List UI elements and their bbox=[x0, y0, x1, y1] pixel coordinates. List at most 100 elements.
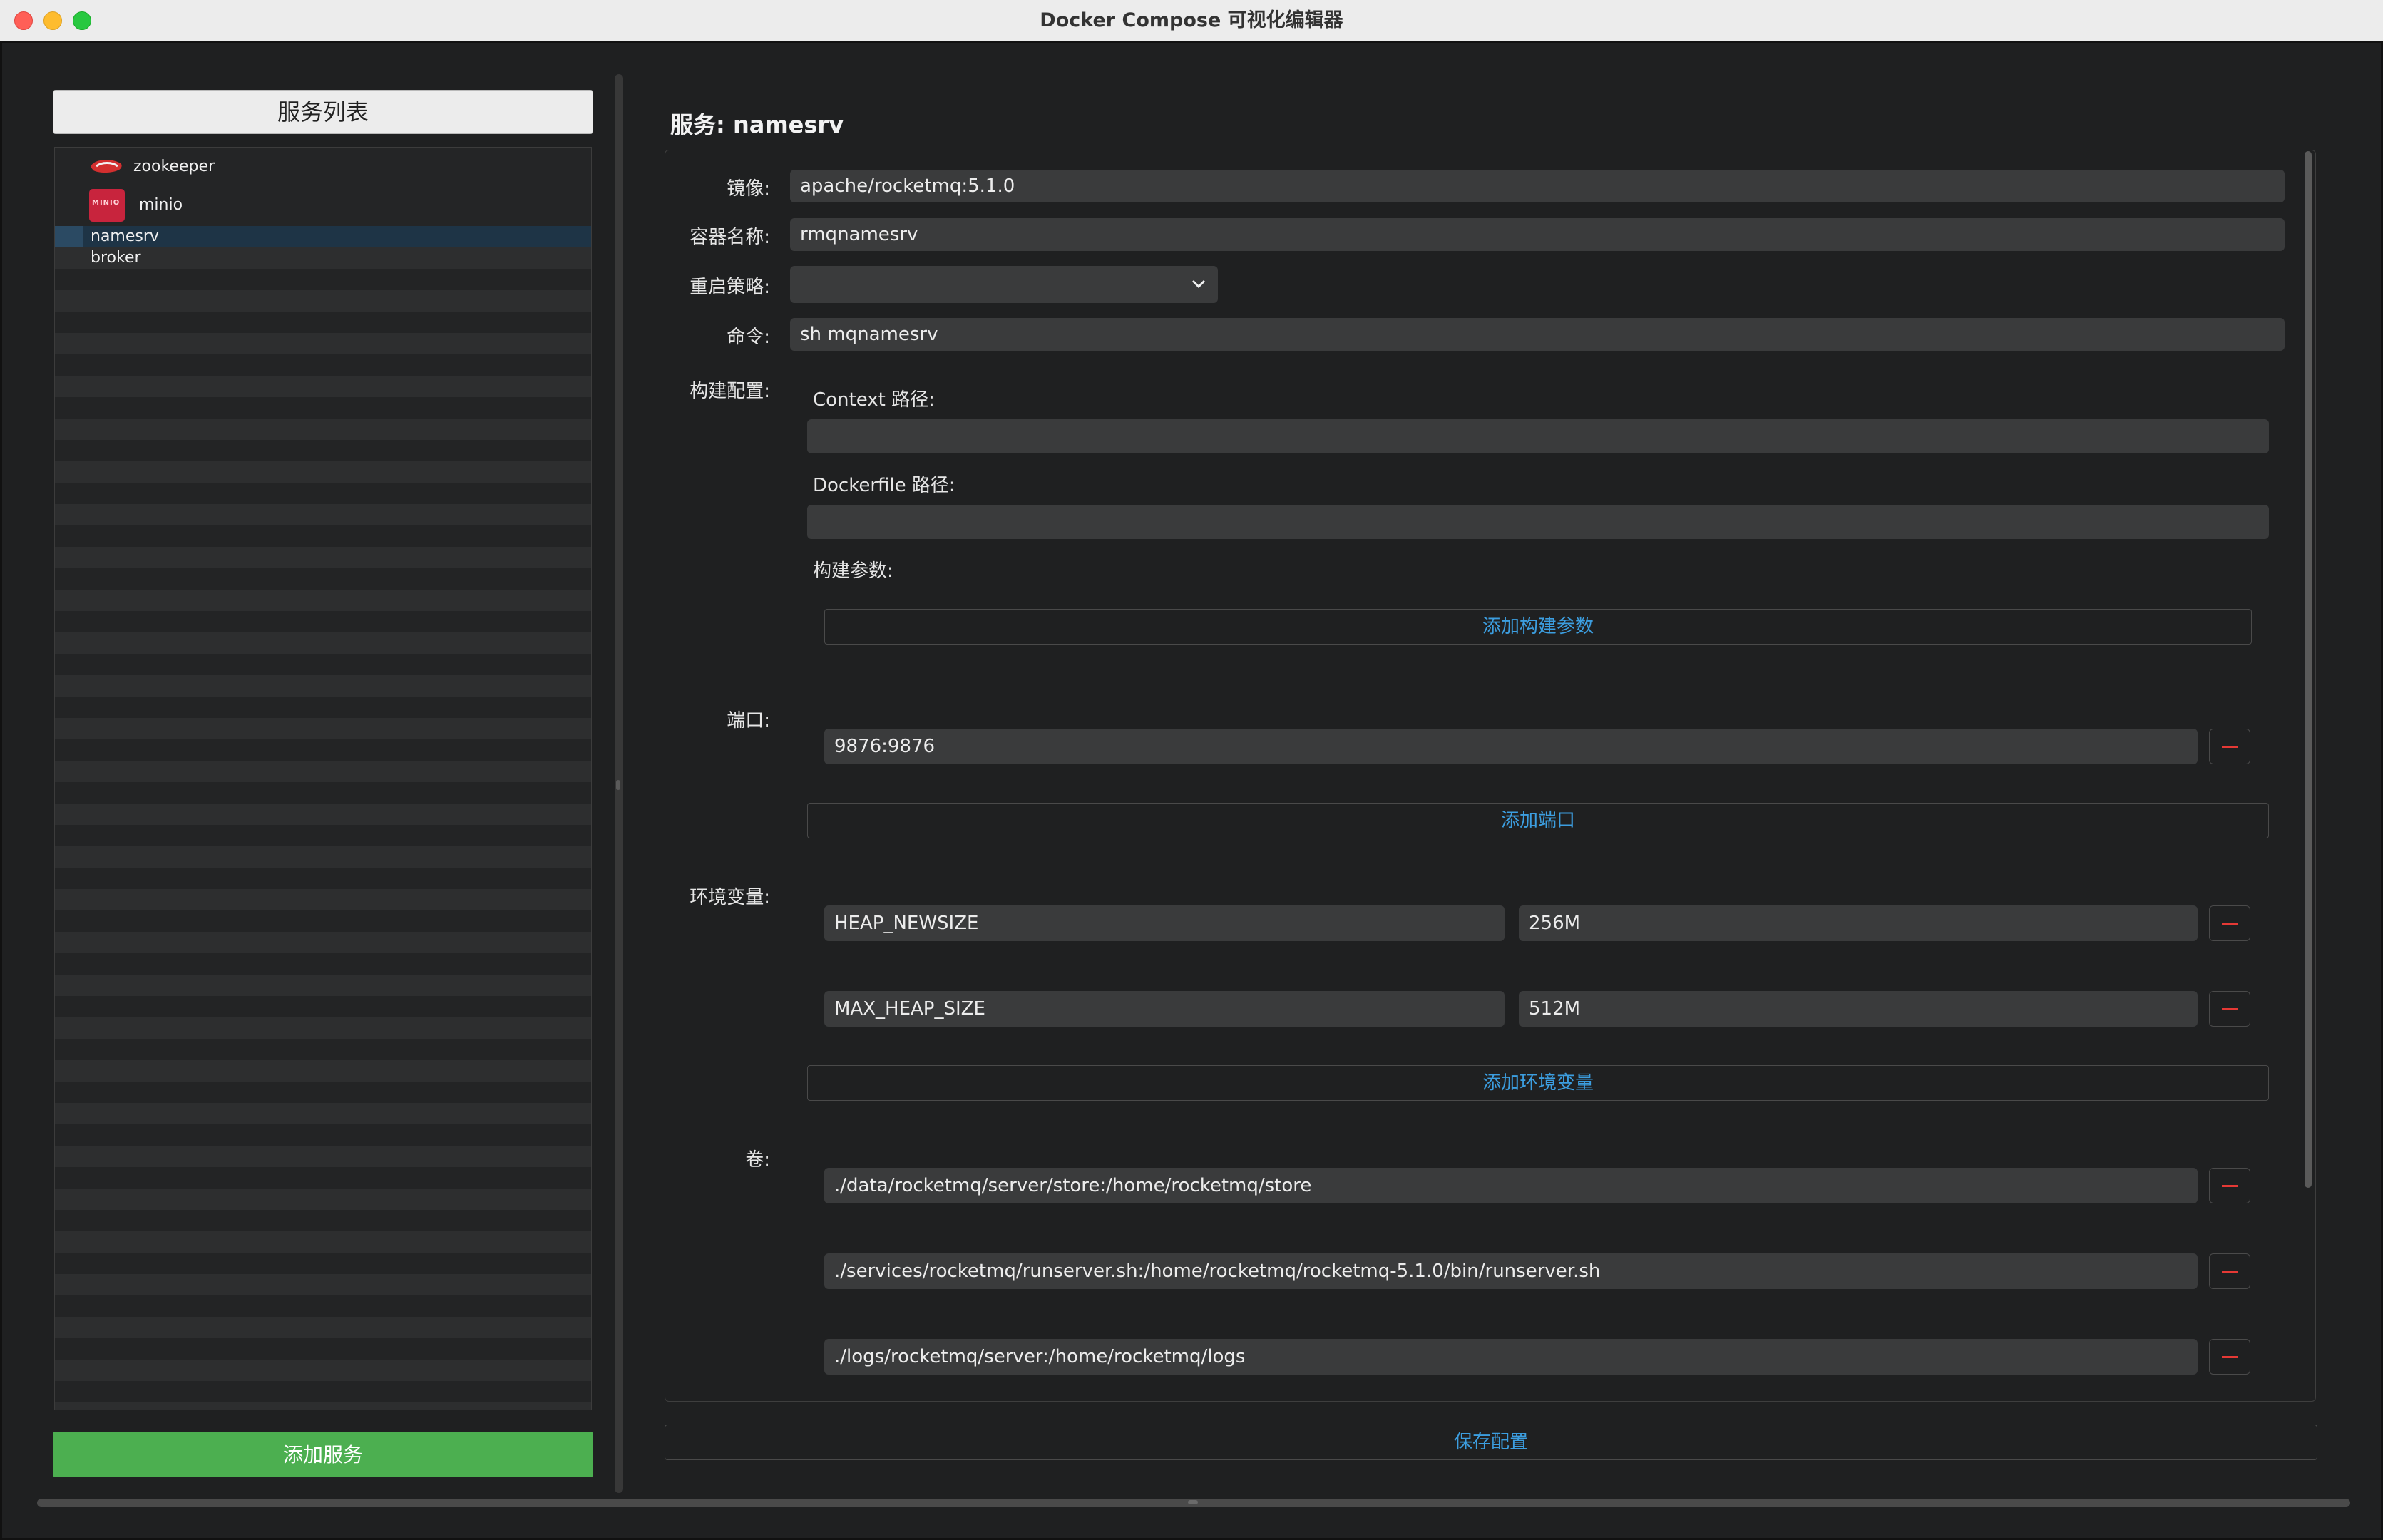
empty-list-row bbox=[55, 1146, 591, 1167]
empty-list-row bbox=[55, 590, 591, 611]
volumes-label: 卷: bbox=[745, 1149, 770, 1171]
dockerfile-path-label: Dockerfile 路径: bbox=[813, 475, 955, 496]
remove-env-button[interactable] bbox=[2209, 905, 2250, 941]
empty-list-row bbox=[55, 568, 591, 590]
add-env-button[interactable]: 添加环境变量 bbox=[807, 1065, 2269, 1101]
service-list[interactable]: zookeeper MINIO minio namesrv broker bbox=[54, 147, 592, 1410]
save-config-button[interactable]: 保存配置 bbox=[665, 1424, 2317, 1460]
container-name-label: 容器名称: bbox=[690, 227, 770, 248]
command-label: 命令: bbox=[727, 327, 770, 348]
command-input[interactable] bbox=[790, 318, 2285, 351]
volume-input[interactable] bbox=[824, 1339, 2198, 1375]
empty-list-row bbox=[55, 312, 591, 333]
empty-list-row bbox=[55, 525, 591, 547]
chevron-down-icon bbox=[1192, 279, 1206, 289]
empty-list-row bbox=[55, 996, 591, 1017]
empty-list-row bbox=[55, 1189, 591, 1210]
empty-list-row bbox=[55, 333, 591, 354]
volume-input[interactable] bbox=[824, 1168, 2198, 1203]
empty-list-row bbox=[55, 804, 591, 825]
empty-list-row bbox=[55, 1231, 591, 1253]
context-path-input[interactable] bbox=[807, 419, 2269, 453]
empty-list-row bbox=[55, 461, 591, 483]
container-name-input[interactable] bbox=[790, 218, 2285, 251]
remove-volume-button[interactable] bbox=[2209, 1339, 2250, 1375]
add-port-button[interactable]: 添加端口 bbox=[807, 803, 2269, 838]
empty-list-row bbox=[55, 1360, 591, 1381]
empty-list-row bbox=[55, 868, 591, 889]
empty-list-row bbox=[55, 1124, 591, 1146]
remove-volume-button[interactable] bbox=[2209, 1168, 2250, 1203]
empty-list-row bbox=[55, 376, 591, 397]
splitter-handle-icon bbox=[616, 780, 620, 790]
empty-list-row bbox=[55, 889, 591, 910]
add-build-arg-button[interactable]: 添加构建参数 bbox=[824, 609, 2252, 645]
empty-list-row bbox=[55, 782, 591, 804]
build-config-label: 构建配置: bbox=[690, 381, 770, 402]
empty-list-row bbox=[55, 504, 591, 525]
empty-list-row bbox=[55, 975, 591, 996]
restart-policy-select[interactable] bbox=[790, 266, 1218, 303]
ports-label: 端口: bbox=[727, 710, 770, 732]
empty-list-row bbox=[55, 483, 591, 504]
empty-list-row bbox=[55, 932, 591, 953]
restart-policy-label: 重启策略: bbox=[690, 277, 770, 298]
image-input[interactable] bbox=[790, 170, 2285, 202]
empty-list-row bbox=[55, 910, 591, 932]
empty-list-row bbox=[55, 1082, 591, 1103]
minio-icon: MINIO bbox=[89, 189, 125, 222]
empty-list-row bbox=[55, 697, 591, 718]
env-value-input[interactable] bbox=[1519, 905, 2198, 941]
context-path-label: Context 路径: bbox=[813, 389, 935, 411]
service-item-namesrv[interactable]: namesrv bbox=[55, 226, 591, 247]
service-item-minio[interactable]: MINIO minio bbox=[55, 186, 591, 225]
empty-list-row bbox=[55, 611, 591, 632]
env-value-input[interactable] bbox=[1519, 991, 2198, 1027]
empty-list-row bbox=[55, 825, 591, 846]
empty-list-row bbox=[55, 1017, 591, 1039]
empty-list-row bbox=[55, 1295, 591, 1317]
env-label: 环境变量: bbox=[690, 887, 770, 908]
remove-volume-button[interactable] bbox=[2209, 1253, 2250, 1289]
empty-list-row bbox=[55, 1253, 591, 1274]
volume-input[interactable] bbox=[824, 1253, 2198, 1289]
image-label: 镜像: bbox=[727, 178, 770, 200]
service-item-broker[interactable]: broker bbox=[55, 247, 591, 269]
empty-list-row bbox=[55, 1060, 591, 1082]
env-key-input[interactable] bbox=[824, 991, 1505, 1027]
empty-list-row bbox=[55, 1274, 591, 1295]
empty-list-row bbox=[55, 953, 591, 975]
service-item-label: namesrv bbox=[91, 227, 159, 245]
build-args-label: 构建参数: bbox=[813, 560, 893, 582]
empty-list-row bbox=[55, 1338, 591, 1360]
empty-list-row bbox=[55, 290, 591, 312]
service-item-zookeeper[interactable]: zookeeper bbox=[55, 148, 591, 186]
add-service-button[interactable]: 添加服务 bbox=[53, 1432, 593, 1477]
empty-list-row bbox=[55, 269, 591, 290]
remove-port-button[interactable] bbox=[2209, 729, 2250, 764]
empty-list-row bbox=[55, 354, 591, 376]
remove-env-button[interactable] bbox=[2209, 991, 2250, 1027]
empty-list-row bbox=[55, 1317, 591, 1338]
empty-list-row bbox=[55, 547, 591, 568]
service-title: 服务: namesrv bbox=[670, 111, 844, 138]
splitter-handle-icon bbox=[1188, 1500, 1198, 1504]
empty-list-row bbox=[55, 654, 591, 675]
window-title: Docker Compose 可视化编辑器 bbox=[1040, 9, 1343, 31]
form-scrollbar[interactable] bbox=[2305, 151, 2312, 1188]
env-key-input[interactable] bbox=[824, 905, 1505, 941]
empty-list-row bbox=[55, 419, 591, 440]
service-item-label: minio bbox=[139, 196, 183, 214]
empty-list-row bbox=[55, 1039, 591, 1060]
dockerfile-path-input[interactable] bbox=[807, 505, 2269, 539]
empty-list-row bbox=[55, 739, 591, 761]
empty-list-row bbox=[55, 632, 591, 654]
empty-list-row bbox=[55, 440, 591, 461]
minio-logo-text: MINIO bbox=[92, 199, 121, 207]
service-item-label: zookeeper bbox=[133, 158, 215, 175]
empty-list-row bbox=[55, 846, 591, 868]
port-input[interactable] bbox=[824, 729, 2198, 764]
empty-list-row bbox=[55, 718, 591, 739]
selection-marker bbox=[55, 226, 83, 247]
service-list-header: 服务列表 bbox=[53, 90, 593, 134]
